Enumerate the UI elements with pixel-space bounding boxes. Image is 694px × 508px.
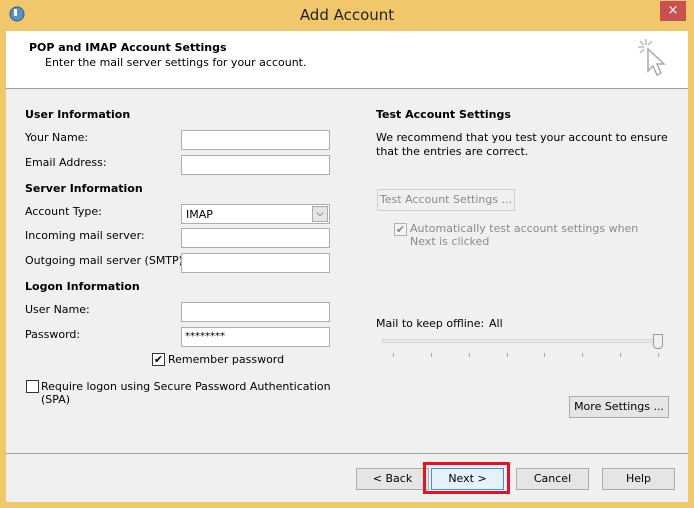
- auto-test-label[interactable]: Automatically test account settings when…: [410, 222, 660, 248]
- slider-tick: [506, 353, 508, 357]
- slider-tick: [620, 353, 622, 357]
- your-name-label: Your Name:: [25, 131, 89, 144]
- slider-tick: [430, 353, 432, 357]
- offline-value: All: [489, 317, 503, 330]
- outgoing-server-input[interactable]: [181, 253, 330, 273]
- account-type-select[interactable]: IMAP ⌵: [181, 204, 330, 224]
- back-button[interactable]: < Back: [356, 468, 429, 490]
- cancel-button[interactable]: Cancel: [516, 468, 589, 490]
- email-input[interactable]: [181, 155, 330, 175]
- page-subtitle: Enter the mail server settings for your …: [45, 56, 307, 69]
- offline-label: Mail to keep offline:: [376, 317, 485, 330]
- your-name-input[interactable]: [181, 130, 330, 150]
- cursor-sparkle-icon: [638, 39, 666, 77]
- window-title: Add Account: [299, 6, 395, 24]
- offline-slider-track[interactable]: [382, 339, 662, 343]
- highlight-box: [423, 462, 510, 494]
- test-heading: Test Account Settings: [376, 108, 511, 121]
- user-info-heading: User Information: [25, 108, 131, 121]
- username-input[interactable]: [181, 302, 330, 322]
- account-type-value: IMAP: [186, 208, 213, 221]
- dialog-header: POP and IMAP Account Settings Enter the …: [6, 31, 688, 89]
- page-title: POP and IMAP Account Settings: [29, 41, 227, 54]
- slider-tick: [468, 353, 470, 357]
- footer-divider: [6, 453, 688, 454]
- chevron-down-icon[interactable]: ⌵: [312, 206, 328, 222]
- auto-test-checkbox[interactable]: ✔: [394, 223, 407, 236]
- test-account-settings-button[interactable]: Test Account Settings ...: [377, 189, 515, 211]
- help-button[interactable]: Help: [602, 468, 675, 490]
- incoming-server-label: Incoming mail server:: [25, 229, 145, 242]
- incoming-server-input[interactable]: [181, 228, 330, 248]
- slider-tick: [658, 353, 659, 357]
- account-type-label: Account Type:: [25, 205, 102, 218]
- server-info-heading: Server Information: [25, 182, 143, 195]
- password-label: Password:: [25, 328, 81, 341]
- username-label: User Name:: [25, 303, 90, 316]
- outgoing-server-label: Outgoing mail server (SMTP):: [25, 254, 187, 267]
- close-button[interactable]: ×: [660, 1, 686, 21]
- email-label: Email Address:: [25, 156, 107, 169]
- more-settings-button[interactable]: More Settings ...: [569, 396, 669, 418]
- remember-password-label[interactable]: Remember password: [168, 353, 284, 366]
- offline-slider-thumb[interactable]: [653, 334, 663, 349]
- slider-tick: [544, 353, 546, 357]
- spa-checkbox[interactable]: [26, 380, 39, 393]
- password-input[interactable]: ********: [181, 327, 330, 347]
- logon-info-heading: Logon Information: [25, 280, 140, 293]
- slider-tick: [393, 353, 394, 357]
- remember-password-checkbox[interactable]: ✔: [152, 353, 165, 366]
- slider-tick: [582, 353, 584, 357]
- spa-label[interactable]: Require logon using Secure Password Auth…: [41, 380, 341, 406]
- test-description: We recommend that you test your account …: [376, 131, 668, 158]
- dialog-body: POP and IMAP Account Settings Enter the …: [6, 31, 688, 502]
